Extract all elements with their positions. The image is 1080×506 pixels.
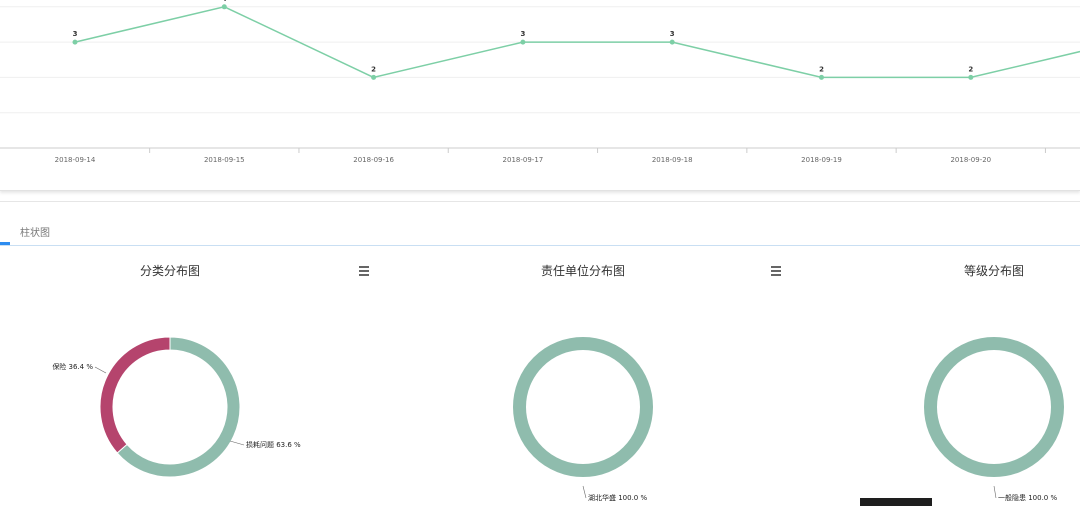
pie-slice-label: 一般隐患 100.0 %	[998, 493, 1057, 502]
pie-title-level: 等级分布图	[963, 264, 1025, 278]
pie-slice	[924, 337, 1064, 477]
pie-slice-label: 湖北华盛 100.0 %	[588, 493, 647, 502]
pie-title-responsible-unit: 责任单位分布图	[540, 264, 626, 278]
pie-slice	[99, 336, 171, 454]
menu-icon[interactable]	[359, 266, 369, 276]
pie-title-category: 分类分布图	[139, 264, 201, 278]
pie-label-leader	[229, 440, 245, 446]
pie-label-leader	[582, 485, 587, 499]
donut-charts: 损耗问题 63.6 % 保险 36.4 % 湖北华盛 100.0 % 一般隐患 100…	[52, 336, 1064, 502]
pie-slice-label: 保险 36.4 %	[52, 362, 93, 371]
dark-overlay-bar	[860, 498, 932, 506]
pie-slice	[513, 337, 653, 477]
pie-label-leader	[993, 485, 997, 499]
pie-label-leader	[94, 366, 107, 374]
menu-icon[interactable]	[771, 266, 781, 276]
pie-slice-label: 损耗问题 63.6 %	[246, 440, 301, 449]
